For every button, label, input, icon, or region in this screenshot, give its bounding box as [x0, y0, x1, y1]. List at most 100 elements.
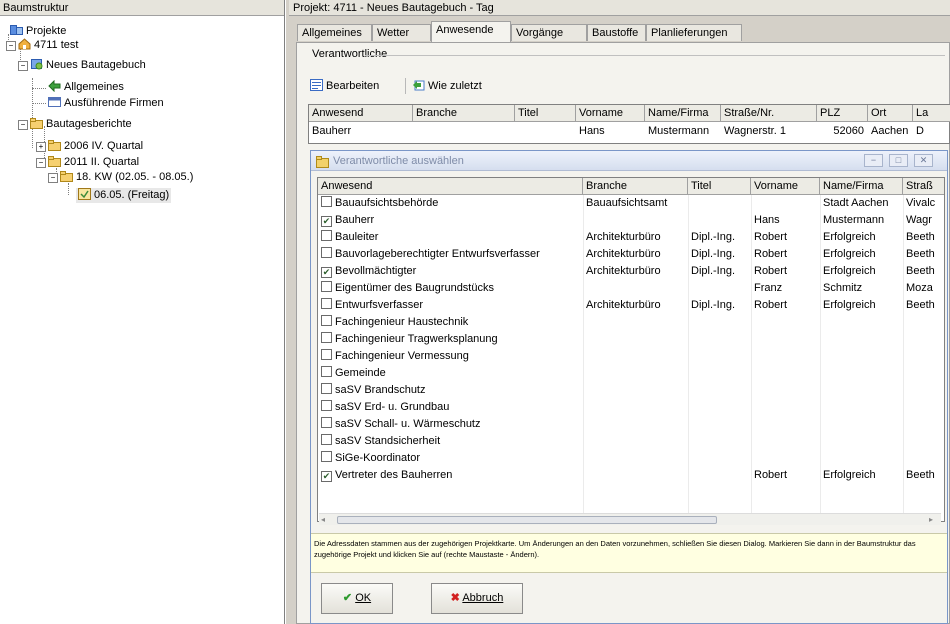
dialog-title-bar[interactable]: Verantwortliche auswählen − □ ✕ — [311, 151, 947, 171]
row-checkbox[interactable] — [321, 281, 332, 292]
row-checkbox[interactable] — [321, 451, 332, 462]
tab-anwesende[interactable]: Anwesende — [431, 21, 511, 42]
tree-item[interactable]: 2006 IV. Quartal — [48, 139, 143, 154]
tree-item[interactable]: 06.05. (Freitag) — [76, 188, 172, 203]
anwesend-label: Fachingenieur Vermessung — [335, 350, 469, 362]
table-row[interactable]: SiGe-Koordinator — [318, 451, 944, 466]
anwesend-cell: ✔ Bevollmächtigter — [318, 264, 583, 279]
table-row[interactable]: saSV Brandschutz — [318, 383, 944, 398]
tree-item[interactable]: Allgemeines — [48, 79, 124, 95]
tab-baustoffe[interactable]: Baustoffe — [587, 24, 646, 41]
horizontal-scrollbar[interactable]: ◂ ▸ — [319, 513, 941, 525]
minimize-button[interactable]: − — [864, 154, 883, 167]
tree-item[interactable]: Bautagesberichte — [30, 117, 132, 132]
tree-item[interactable]: 18. KW (02.05. - 08.05.) — [60, 170, 193, 185]
column-header[interactable]: Branche — [583, 178, 688, 195]
column-header[interactable]: Vorname — [751, 178, 820, 195]
tree-expander[interactable]: − — [48, 173, 58, 183]
row-checkbox[interactable] — [321, 298, 332, 309]
table-row[interactable]: Bauvorlageberechtigter Entwurfsverfasser… — [318, 247, 944, 262]
tree-item[interactable]: Neues Bautagebuch — [30, 58, 146, 73]
table-row[interactable]: Bauaufsichtsbehörde Bauaufsichtsamt Stadt … — [318, 196, 944, 211]
table-row[interactable]: ✔ Vertreter des Bauherren Robert Erfolgreic… — [318, 468, 944, 483]
table-row[interactable]: Fachingenieur Tragwerksplanung — [318, 332, 944, 347]
vorname-cell — [751, 383, 820, 398]
splitter-handle[interactable] — [285, 0, 290, 624]
tree-item[interactable]: 2011 II. Quartal — [48, 155, 139, 170]
tree-expander[interactable]: + — [36, 142, 46, 152]
row-checkbox[interactable] — [321, 230, 332, 241]
edit-button[interactable]: Bearbeiten — [310, 76, 379, 96]
table-row[interactable]: ✔ Bauherr Hans Mustermann Wagr — [318, 213, 944, 228]
tree-item[interactable]: 4711 test — [18, 38, 78, 53]
tab-planlieferungen[interactable]: Planlieferungen — [646, 24, 742, 41]
column-header[interactable]: Titel — [688, 178, 751, 195]
folder-icon — [48, 155, 61, 167]
scroll-left-icon[interactable]: ◂ — [321, 515, 325, 524]
table-row[interactable]: Fachingenieur Haustechnik — [318, 315, 944, 330]
vorname-cell: Hans — [754, 214, 780, 226]
column-header[interactable]: PLZ — [817, 105, 868, 122]
tree-expander[interactable]: − — [6, 41, 16, 51]
diary-icon — [30, 58, 43, 70]
table-row[interactable]: ✔ Bevollmächtigter Architekturbüro Dipl.-In… — [318, 264, 944, 279]
row-checkbox[interactable] — [321, 349, 332, 360]
tree-item[interactable]: Ausführende Firmen — [48, 96, 164, 111]
column-header[interactable]: Ort — [868, 105, 913, 122]
scrollbar-thumb[interactable] — [337, 516, 717, 524]
anwesend-cell: Bauleiter — [318, 230, 583, 245]
grid-cell: 52060 — [833, 125, 864, 137]
table-row[interactable]: Bauleiter Architekturbüro Dipl.-Ing. Robert… — [318, 230, 944, 245]
table-row[interactable]: Entwurfsverfasser Architekturbüro Dipl.-In… — [318, 298, 944, 313]
column-header[interactable]: Anwesend — [318, 178, 583, 195]
anwesend-label: Fachingenieur Haustechnik — [335, 316, 469, 328]
row-checkbox[interactable] — [321, 434, 332, 445]
column-header[interactable]: Name/Firma — [645, 105, 721, 122]
column-header[interactable]: Anwesend — [309, 105, 413, 122]
table-row[interactable]: Fachingenieur Vermessung — [318, 349, 944, 364]
column-header[interactable]: Titel — [515, 105, 576, 122]
section-divider — [365, 55, 945, 56]
tree-expander[interactable]: − — [18, 61, 28, 71]
row-checkbox[interactable] — [321, 417, 332, 428]
table-row[interactable]: saSV Standsicherheit — [318, 434, 944, 449]
cancel-button[interactable]: ✖ Abbruch — [431, 583, 523, 614]
column-header[interactable]: Straß — [903, 178, 944, 195]
scroll-right-icon[interactable]: ▸ — [929, 515, 933, 524]
row-checkbox[interactable] — [321, 383, 332, 394]
row-checkbox[interactable] — [321, 332, 332, 343]
column-header[interactable]: Vorname — [576, 105, 645, 122]
tab-allgemeines[interactable]: Allgemeines — [297, 24, 372, 41]
table-row[interactable]: saSV Schall- u. Wärmeschutz — [318, 417, 944, 432]
column-header[interactable]: Branche — [413, 105, 515, 122]
tab-wetter[interactable]: Wetter — [372, 24, 431, 41]
tree-expander[interactable]: − — [36, 158, 46, 168]
candidates-grid[interactable]: Anwesend Branche Titel Vorname Name/Firma Str… — [317, 177, 945, 522]
row-checkbox[interactable]: ✔ — [321, 471, 332, 482]
maximize-button[interactable]: □ — [889, 154, 908, 167]
vorname-cell — [751, 451, 820, 466]
table-row[interactable]: Gemeinde — [318, 366, 944, 381]
row-checkbox[interactable] — [321, 366, 332, 377]
ok-button[interactable]: ✔ OK — [321, 583, 393, 614]
responsible-grid[interactable]: Anwesend Branche Titel Vorname Name/Firma Str… — [308, 104, 950, 144]
column-header[interactable]: La — [913, 105, 950, 122]
row-checkbox[interactable]: ✔ — [321, 267, 332, 278]
name-cell — [820, 417, 903, 432]
table-row[interactable]: saSV Erd- u. Grundbau — [318, 400, 944, 415]
row-checkbox[interactable] — [321, 196, 332, 207]
name-cell — [820, 315, 903, 330]
row-checkbox[interactable]: ✔ — [321, 216, 332, 227]
tree-expander[interactable]: − — [18, 120, 28, 130]
column-header[interactable]: Name/Firma — [820, 178, 903, 195]
close-button[interactable]: ✕ — [914, 154, 933, 167]
branche-cell — [583, 281, 688, 296]
column-header[interactable]: Straße/Nr. — [721, 105, 817, 122]
row-checkbox[interactable] — [321, 400, 332, 411]
table-row[interactable]: Eigentümer des Baugrundstücks Franz Schmit… — [318, 281, 944, 296]
tree-item[interactable]: Projekte — [10, 24, 66, 39]
row-checkbox[interactable] — [321, 315, 332, 326]
row-checkbox[interactable] — [321, 247, 332, 258]
tab-vorgänge[interactable]: Vorgänge — [511, 24, 587, 41]
like-last-button[interactable]: Wie zuletzt — [412, 76, 482, 96]
